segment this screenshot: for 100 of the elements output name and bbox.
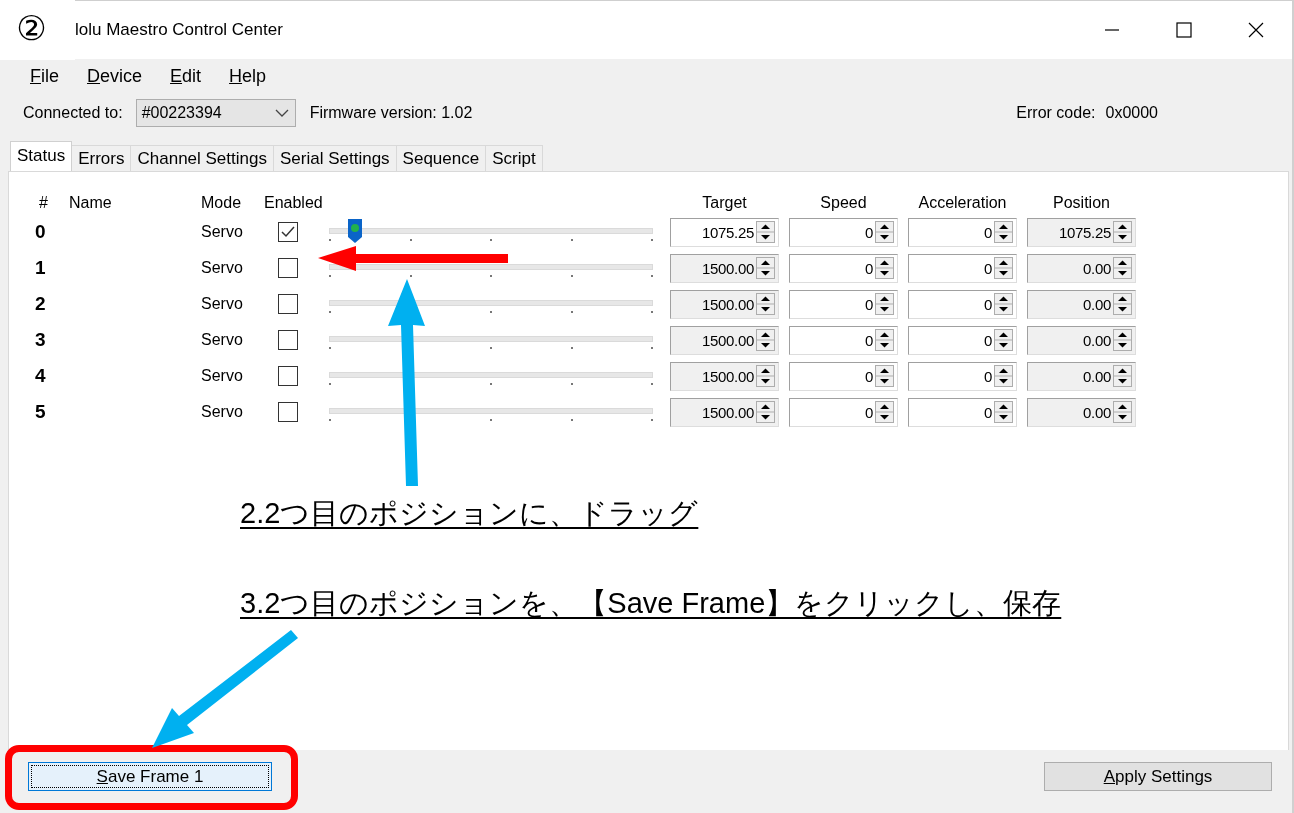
instruction-text: 2.2つ目のポジションに、ドラッグ bbox=[240, 496, 699, 531]
mode-text: Servo bbox=[200, 403, 244, 421]
menu-item[interactable]: Device bbox=[79, 65, 151, 87]
spin-arrows-icon[interactable] bbox=[875, 293, 894, 315]
tab[interactable]: Status bbox=[10, 141, 73, 171]
menu-item[interactable]: Help bbox=[221, 65, 275, 87]
channel-number: 1 bbox=[34, 257, 47, 279]
speed-field[interactable]: 0 bbox=[789, 217, 898, 247]
acceleration-field[interactable]: 0 bbox=[908, 361, 1017, 391]
spin-arrows-icon[interactable] bbox=[756, 257, 775, 279]
firmware-version: Firmware version: 1.02 bbox=[309, 104, 473, 122]
channel-number: 0 bbox=[34, 221, 47, 243]
column-header: # bbox=[38, 194, 49, 213]
spin-arrows-icon[interactable] bbox=[994, 401, 1013, 423]
target-field[interactable]: 1500.00 bbox=[670, 289, 779, 319]
spin-arrows-icon[interactable] bbox=[1113, 329, 1132, 351]
window-title: lolu Maestro Control Center bbox=[75, 20, 284, 40]
channel-number: 4 bbox=[34, 365, 47, 387]
instruction-text: 3.2つ目のポジションを、【Save Frame】をクリックし、保存 bbox=[240, 586, 1062, 621]
column-header: Speed bbox=[819, 194, 868, 213]
speed-field[interactable]: 0 bbox=[789, 289, 898, 319]
position-field[interactable]: 0.00 bbox=[1027, 397, 1136, 427]
error-code-value: 0x0000 bbox=[1105, 104, 1158, 122]
spin-arrows-icon[interactable] bbox=[756, 365, 775, 387]
maximize-icon[interactable] bbox=[1175, 21, 1193, 39]
mode-text: Servo bbox=[200, 331, 244, 349]
position-field[interactable]: 0.00 bbox=[1027, 325, 1136, 355]
spin-arrows-icon[interactable] bbox=[756, 293, 775, 315]
channel-number: 2 bbox=[34, 293, 47, 315]
slider-track[interactable] bbox=[329, 228, 653, 234]
spin-arrows-icon[interactable] bbox=[994, 329, 1013, 351]
target-field[interactable]: 1500.00 bbox=[670, 397, 779, 427]
enabled-checkbox[interactable] bbox=[278, 330, 298, 350]
speed-field[interactable]: 0 bbox=[789, 361, 898, 391]
column-header: Enabled bbox=[263, 194, 324, 213]
column-header: Target bbox=[701, 194, 748, 213]
spin-arrows-icon[interactable] bbox=[875, 401, 894, 423]
slider-track[interactable] bbox=[329, 300, 653, 306]
speed-field[interactable]: 0 bbox=[789, 397, 898, 427]
position-field[interactable]: 0.00 bbox=[1027, 361, 1136, 391]
enabled-checkbox[interactable] bbox=[278, 366, 298, 386]
step-number: ② bbox=[16, 8, 47, 48]
spin-arrows-icon[interactable] bbox=[1113, 257, 1132, 279]
spin-arrows-icon[interactable] bbox=[994, 365, 1013, 387]
spin-arrows-icon[interactable] bbox=[875, 329, 894, 351]
enabled-checkbox[interactable] bbox=[278, 294, 298, 314]
close-icon[interactable] bbox=[1247, 21, 1265, 39]
error-code-label: Error code: bbox=[1016, 104, 1096, 122]
acceleration-field[interactable]: 0 bbox=[908, 253, 1017, 283]
enabled-checkbox[interactable] bbox=[278, 402, 298, 422]
apply-settings-button[interactable]: Apply Settings bbox=[1044, 762, 1272, 791]
acceleration-field[interactable]: 0 bbox=[908, 289, 1017, 319]
menu-item[interactable]: Edit bbox=[162, 65, 210, 87]
chevron-down-icon[interactable] bbox=[274, 108, 289, 118]
slider-track[interactable] bbox=[329, 336, 653, 342]
spin-arrows-icon[interactable] bbox=[994, 293, 1013, 315]
column-header: Position bbox=[1052, 194, 1111, 213]
spin-arrows-icon[interactable] bbox=[1113, 293, 1132, 315]
slider-track[interactable] bbox=[329, 264, 653, 270]
position-field[interactable]: 1075.25 bbox=[1027, 217, 1136, 247]
speed-field[interactable]: 0 bbox=[789, 253, 898, 283]
column-header: Name bbox=[69, 194, 113, 213]
spin-arrows-icon[interactable] bbox=[875, 365, 894, 387]
enabled-checkbox[interactable] bbox=[278, 258, 298, 278]
mode-text: Servo bbox=[200, 259, 244, 277]
target-field[interactable]: 1075.25 bbox=[670, 217, 779, 247]
spin-arrows-icon[interactable] bbox=[875, 221, 894, 243]
acceleration-field[interactable]: 0 bbox=[908, 397, 1017, 427]
spin-arrows-icon[interactable] bbox=[994, 257, 1013, 279]
slider-track[interactable] bbox=[329, 372, 653, 378]
save-frame-button[interactable]: Save Frame 1 bbox=[28, 762, 272, 791]
column-header: Mode bbox=[200, 194, 243, 213]
position-field[interactable]: 0.00 bbox=[1027, 253, 1136, 283]
slider-track[interactable] bbox=[329, 408, 653, 414]
enabled-checkbox[interactable] bbox=[278, 222, 298, 242]
spin-arrows-icon[interactable] bbox=[1113, 365, 1132, 387]
mode-text: Servo bbox=[200, 295, 244, 313]
position-field[interactable]: 0.00 bbox=[1027, 289, 1136, 319]
target-field[interactable]: 1500.00 bbox=[670, 361, 779, 391]
acceleration-field[interactable]: 0 bbox=[908, 217, 1017, 247]
channel-number: 3 bbox=[34, 329, 47, 351]
spin-arrows-icon[interactable] bbox=[875, 257, 894, 279]
mode-text: Servo bbox=[200, 223, 244, 241]
spin-arrows-icon[interactable] bbox=[1113, 401, 1132, 423]
slider-thumb[interactable] bbox=[346, 218, 363, 244]
menu-item[interactable]: File bbox=[22, 65, 67, 87]
tab[interactable]: Script bbox=[485, 145, 543, 171]
spin-arrows-icon[interactable] bbox=[994, 221, 1013, 243]
speed-field[interactable]: 0 bbox=[789, 325, 898, 355]
spin-arrows-icon[interactable] bbox=[756, 329, 775, 351]
channel-number: 5 bbox=[34, 401, 47, 423]
spin-arrows-icon[interactable] bbox=[1113, 221, 1132, 243]
mode-text: Servo bbox=[200, 367, 244, 385]
acceleration-field[interactable]: 0 bbox=[908, 325, 1017, 355]
spin-arrows-icon[interactable] bbox=[756, 401, 775, 423]
target-field[interactable]: 1500.00 bbox=[670, 325, 779, 355]
spin-arrows-icon[interactable] bbox=[756, 221, 775, 243]
column-header: Acceleration bbox=[917, 194, 1008, 213]
target-field[interactable]: 1500.00 bbox=[670, 253, 779, 283]
device-dropdown[interactable]: #00223394 bbox=[135, 99, 296, 127]
